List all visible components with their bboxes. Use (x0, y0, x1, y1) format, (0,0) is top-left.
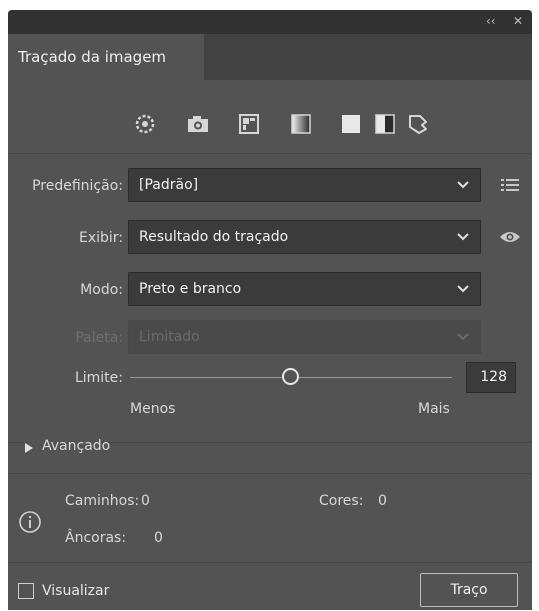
paths-value: 0 (141, 493, 150, 509)
chevron-down-icon (457, 333, 469, 341)
preset-label: Predefinição: (32, 178, 123, 194)
mode-value: Preto e branco (139, 281, 242, 297)
mode-select[interactable]: Preto e branco (128, 272, 481, 306)
threshold-slider-track-left[interactable] (130, 377, 282, 378)
threshold-max-label: Mais (418, 401, 450, 417)
advanced-label: Avançado (42, 438, 111, 454)
threshold-slider-track-right[interactable] (299, 377, 452, 378)
mode-label: Modo: (80, 282, 123, 298)
threshold-slider-knob[interactable] (282, 368, 299, 385)
threshold-value: 128 (480, 369, 507, 385)
panel-title-bar[interactable]: ‹‹ ✕ (8, 10, 532, 34)
palette-value: Limitado (139, 329, 200, 345)
manage-presets-icon[interactable] (500, 176, 520, 194)
divider (8, 562, 532, 563)
threshold-input[interactable]: 128 (466, 362, 516, 393)
preset-value: [Padrão] (139, 177, 199, 193)
info-icon (18, 510, 42, 534)
outline-icon[interactable] (405, 111, 431, 137)
divider (8, 153, 532, 154)
image-trace-panel: ‹‹ ✕ Traçado da imagem Predefinição: [Pa… (8, 10, 532, 610)
advanced-toggle[interactable]: Avançado (24, 437, 110, 457)
colors-value: 0 (378, 493, 387, 509)
preset-buttons-row (8, 105, 532, 145)
threshold-min-label: Menos (130, 401, 176, 417)
auto-color-icon[interactable] (132, 111, 158, 137)
low-color-icon[interactable] (236, 111, 262, 137)
view-value: Resultado do traçado (139, 229, 289, 245)
black-white-icon[interactable] (372, 111, 398, 137)
colors-label: Cores: (319, 493, 364, 509)
collapse-icon[interactable]: ‹‹ (486, 13, 496, 29)
preview-label[interactable]: Visualizar (42, 583, 109, 599)
anchors-label: Âncoras: (65, 530, 127, 546)
eye-icon[interactable] (498, 229, 522, 245)
view-label: Exibir: (78, 230, 123, 246)
tab-strip: Traçado da imagem (8, 34, 532, 80)
paths-label: Caminhos: (65, 493, 140, 509)
chevron-down-icon (457, 181, 469, 189)
threshold-label: Limite: (74, 370, 123, 386)
chevron-down-icon (457, 233, 469, 241)
camera-photo-icon[interactable] (185, 111, 211, 137)
divider (8, 473, 532, 474)
anchors-value: 0 (154, 530, 163, 546)
preset-select[interactable]: [Padrão] (128, 168, 481, 202)
view-select[interactable]: Resultado do traçado (128, 220, 481, 254)
chevron-down-icon (457, 285, 469, 293)
high-color-icon[interactable] (338, 111, 364, 137)
trace-button[interactable]: Traço (420, 573, 518, 607)
grayscale-icon[interactable] (288, 111, 314, 137)
close-icon[interactable]: ✕ (513, 13, 523, 29)
disclosure-triangle-icon (25, 443, 33, 453)
preview-checkbox[interactable] (18, 583, 34, 599)
tab-image-trace[interactable]: Traçado da imagem (8, 34, 204, 80)
palette-select: Limitado (128, 320, 481, 354)
palette-label: Paleta: (75, 330, 123, 346)
